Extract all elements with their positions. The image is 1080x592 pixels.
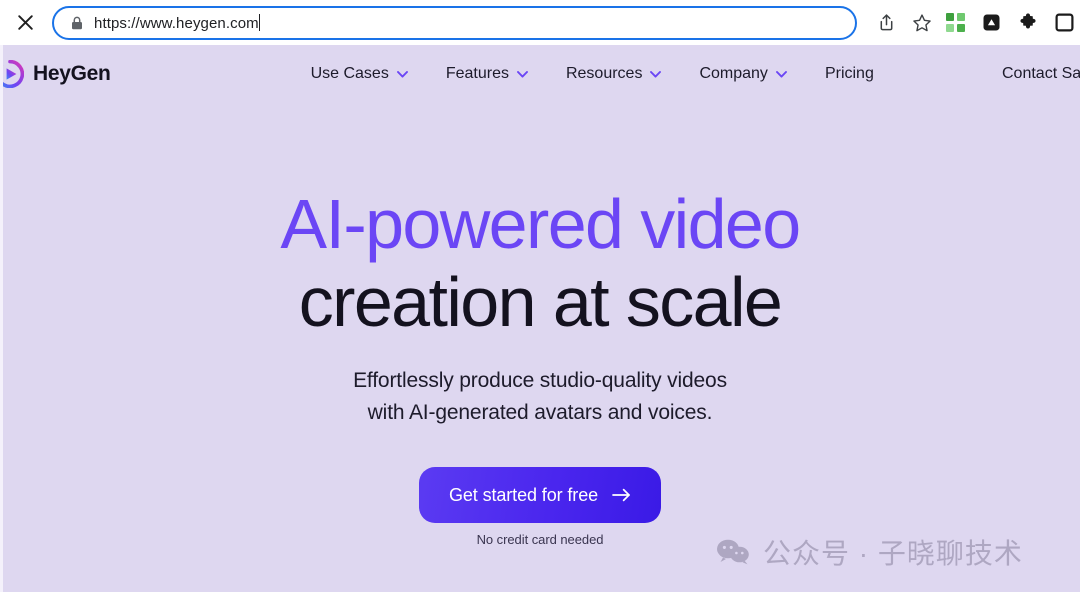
chevron-down-icon (775, 70, 787, 78)
browser-toolbar: https://www.heygen.com (0, 0, 1080, 45)
lock-icon (70, 15, 84, 31)
nav-label: Company (699, 65, 768, 82)
square-outline-icon[interactable] (1055, 13, 1074, 32)
nav-label: Features (445, 65, 509, 82)
star-bookmark-icon[interactable] (912, 13, 932, 33)
nav-label: Contact Sa (1002, 65, 1080, 82)
cta-group: Get started for free No credit card need… (0, 467, 1080, 547)
address-bar-actions (877, 13, 932, 33)
nav-item-pricing[interactable]: Pricing (825, 65, 874, 83)
site-navigation: HeyGen Use Cases Features Resources Comp… (0, 45, 1080, 103)
nav-right: Contact Sa (1002, 45, 1080, 103)
subhead-line-2: with AI-generated avatars and voices. (367, 401, 713, 424)
nav-label: Use Cases (310, 65, 389, 82)
nav-links: Use Cases Features Resources Company Pri… (311, 65, 874, 83)
subhead-line-1: Effortlessly produce studio-quality vide… (353, 369, 727, 392)
headline-line-1: AI-powered video (280, 185, 801, 263)
hero-section: AI-powered video creation at scale Effor… (0, 103, 1080, 547)
get-started-button[interactable]: Get started for free (418, 467, 662, 523)
cta-note: No credit card needed (476, 532, 604, 547)
url-text: https://www.heygen.com (94, 14, 259, 32)
nav-label: Pricing (824, 65, 874, 82)
chevron-down-icon (396, 70, 408, 78)
cta-label: Get started for free (448, 484, 599, 505)
nav-item-use-cases[interactable]: Use Cases (311, 65, 408, 83)
heygen-play-logo-icon (0, 59, 25, 89)
webpage-viewport: HeyGen Use Cases Features Resources Comp… (0, 45, 1080, 592)
nav-item-company[interactable]: Company (699, 65, 787, 83)
nav-item-contact-sales[interactable]: Contact Sa (1002, 65, 1080, 83)
browser-window: https://www.heygen.com HeyGen Use Cases … (0, 0, 1080, 592)
arrow-right-icon (612, 488, 630, 502)
brand-logo-link[interactable]: HeyGen (0, 59, 111, 89)
chevron-down-icon (517, 70, 528, 78)
brand-name: HeyGen (33, 62, 111, 85)
dark-triangle-app-icon[interactable] (982, 13, 1001, 32)
share-icon[interactable] (877, 13, 896, 32)
address-bar[interactable]: https://www.heygen.com (52, 5, 857, 40)
extensions-tray (946, 12, 1074, 33)
close-tab-button[interactable] (10, 8, 40, 38)
headline-line-2: creation at scale (298, 263, 783, 341)
text-caret (258, 13, 260, 31)
nav-item-features[interactable]: Features (446, 65, 528, 83)
chevron-down-icon (650, 70, 662, 78)
viewport-left-edge (0, 45, 3, 592)
nav-item-resources[interactable]: Resources (565, 65, 662, 83)
url-text-wrapper: https://www.heygen.com (94, 13, 841, 32)
qr-grid-icon[interactable] (946, 13, 965, 32)
nav-label: Resources (565, 65, 643, 82)
puzzle-extensions-icon[interactable] (1018, 12, 1038, 33)
hero-subheading: Effortlessly produce studio-quality vide… (0, 365, 1080, 429)
page-title: AI-powered video creation at scale (0, 185, 1080, 341)
